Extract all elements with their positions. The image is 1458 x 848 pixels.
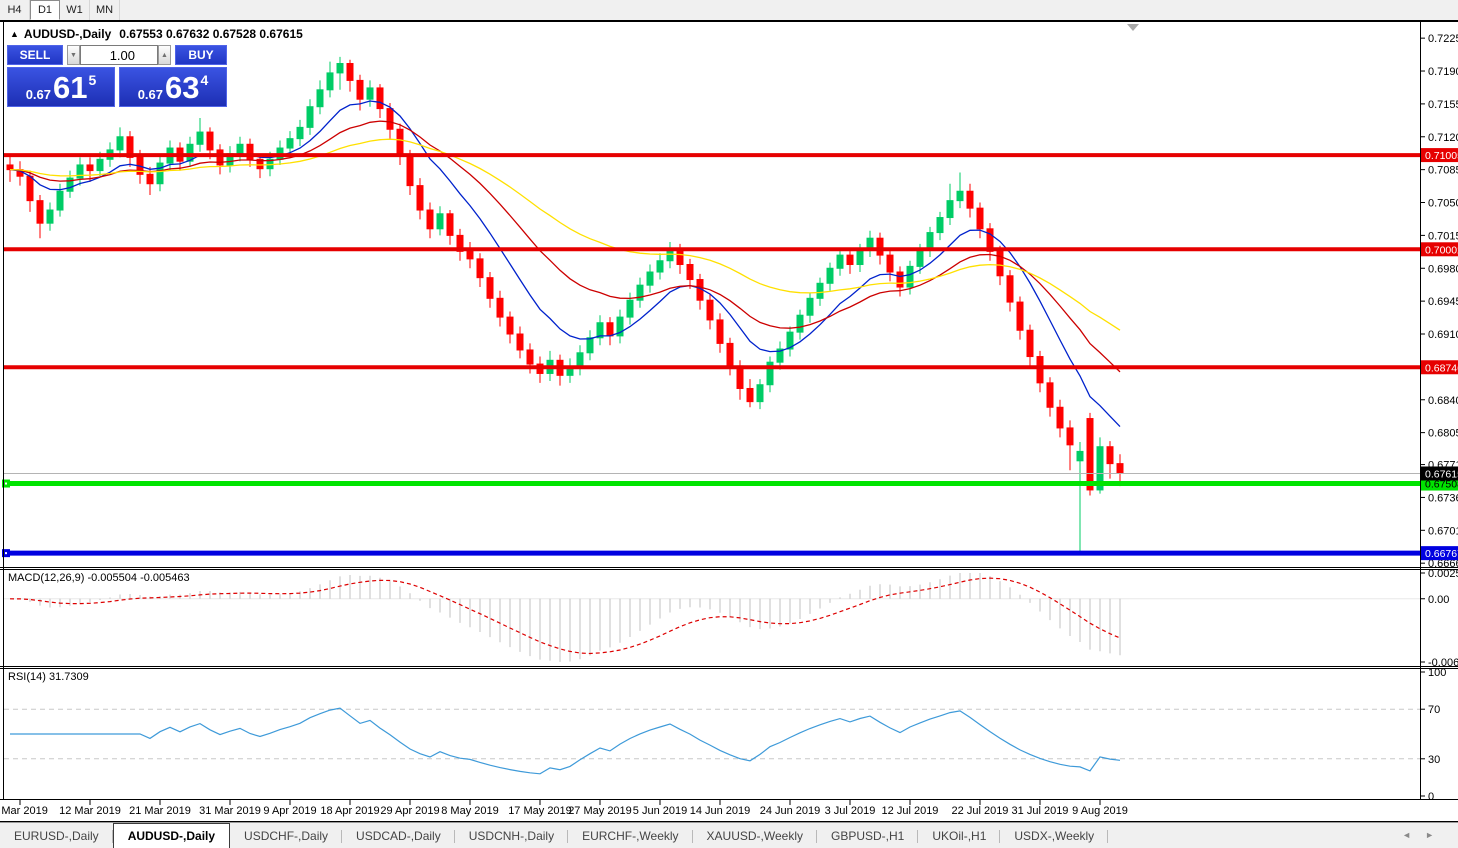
svg-text:0: 0 — [1428, 791, 1434, 803]
macd-label: MACD(12,26,9) -0.005504 -0.005463 — [8, 572, 190, 584]
timeframe-w1-button[interactable]: W1 — [60, 0, 90, 20]
date-axis-label: 27 May 2019 — [568, 805, 632, 817]
date-axis-label: 8 May 2019 — [441, 805, 498, 817]
volume-input[interactable] — [80, 45, 158, 65]
sell-button[interactable]: SELL — [7, 45, 63, 65]
tab-scroll-left-icon[interactable]: ◄ — [1402, 830, 1425, 840]
timeframe-d1-button[interactable]: D1 — [30, 0, 60, 20]
tab-usdx-weekly[interactable]: USDX-,Weekly — [1000, 825, 1108, 848]
date-axis-label: 17 May 2019 — [508, 805, 572, 817]
date-axis-label: 3 Mar 2019 — [0, 805, 48, 817]
svg-text:0.68746: 0.68746 — [1425, 362, 1458, 374]
svg-text:30: 30 — [1428, 754, 1440, 766]
tab-gbpusd-h1[interactable]: GBPUSD-,H1 — [817, 825, 919, 848]
date-axis-label: 21 Mar 2019 — [129, 805, 191, 817]
price-axis-tick: 0.71900 — [1428, 66, 1458, 78]
svg-text:0.66767: 0.66767 — [1425, 548, 1458, 560]
price-axis-tick: 0.69450 — [1428, 296, 1458, 308]
tab-usdchf-daily[interactable]: USDCHF-,Daily — [230, 825, 343, 848]
svg-text:70: 70 — [1428, 704, 1440, 716]
price-axis-tick: 0.70850 — [1428, 165, 1458, 177]
date-axis-label: 9 Aug 2019 — [1072, 805, 1128, 817]
volume-decrease-button[interactable]: ▼ — [67, 45, 80, 65]
buy-price-tile[interactable]: 0.67 63 4 — [119, 67, 227, 107]
price-axis-tick: 0.71550 — [1428, 99, 1458, 111]
price-axis-tick: 0.69100 — [1428, 329, 1458, 341]
tab-audusd-daily[interactable]: AUDUSD-,Daily — [112, 823, 231, 848]
chart-shift-icon[interactable] — [1127, 24, 1139, 31]
price-axis-tick: 0.68400 — [1428, 395, 1458, 407]
price-axis-tick: 0.69800 — [1428, 263, 1458, 275]
date-axis-label: 22 Jul 2019 — [952, 805, 1009, 817]
volume-increase-button[interactable]: ▲ — [158, 45, 171, 65]
sell-price-big: 61 — [53, 70, 88, 105]
date-axis-label: 9 Apr 2019 — [263, 805, 316, 817]
tab-usdcnh-daily[interactable]: USDCNH-,Daily — [455, 825, 569, 848]
tab-usdcad-daily[interactable]: USDCAD-,Daily — [342, 825, 455, 848]
price-chart[interactable]: 0.72250 0.71900 0.71550 0.71200 0.70850 0.705… — [0, 21, 1458, 822]
buy-price-pipette: 4 — [200, 72, 209, 88]
macd-signal-line — [9, 577, 1121, 655]
buy-price-big: 63 — [165, 70, 200, 105]
tab-scroll-right-icon[interactable]: ► — [1425, 830, 1448, 840]
date-axis-label: 31 Jul 2019 — [1012, 805, 1069, 817]
chart-tab-bar: EURUSD-,Daily AUDUSD-,Daily USDCHF-,Dail… — [0, 822, 1458, 848]
timeframe-h4-button[interactable]: H4 — [0, 0, 30, 20]
price-axis-tick: 0.67360 — [1428, 492, 1458, 504]
chart-ohlc-values: 0.67553 0.67632 0.67528 0.67615 — [119, 27, 303, 41]
date-axis-label: 18 Apr 2019 — [320, 805, 379, 817]
price-axis-tick: 0.72250 — [1428, 33, 1458, 45]
sell-price-pipette: 5 — [88, 72, 97, 88]
svg-text:0.70002: 0.70002 — [1425, 244, 1458, 256]
svg-text:0.00: 0.00 — [1428, 594, 1449, 606]
tab-eurusd-daily[interactable]: EURUSD-,Daily — [0, 825, 113, 848]
trading-terminal: H4 D1 W1 MN 0.72250 0.71900 0.71550 0.71200… — [0, 0, 1458, 848]
price-axis-tick: 0.70150 — [1428, 230, 1458, 242]
price-axis-tick: 0.71200 — [1428, 132, 1458, 144]
buy-button[interactable]: BUY — [175, 45, 227, 65]
timeframe-toolbar: H4 D1 W1 MN — [0, 0, 1458, 21]
date-axis-label: 3 Jul 2019 — [825, 805, 876, 817]
price-axis-tick: 0.68050 — [1428, 428, 1458, 440]
chart-title: ▲ AUDUSD-,Daily 0.67553 0.67632 0.67528 0.… — [10, 27, 303, 41]
svg-text:0.67615: 0.67615 — [1425, 468, 1458, 480]
tab-scroll-arrows[interactable]: ◄► — [1402, 830, 1448, 840]
sell-price-tile[interactable]: 0.67 61 5 — [7, 67, 115, 107]
date-axis-label: 5 Jun 2019 — [633, 805, 687, 817]
chart-window: 0.72250 0.71900 0.71550 0.71200 0.70850 0.705… — [0, 21, 1458, 822]
tab-xauusd-weekly[interactable]: XAUUSD-,Weekly — [693, 825, 818, 848]
price-axis-tick: 0.67010 — [1428, 525, 1458, 537]
price-axis-tick: 0.70500 — [1428, 198, 1458, 210]
date-axis-label: 24 Jun 2019 — [760, 805, 821, 817]
date-axis-label: 31 Mar 2019 — [199, 805, 261, 817]
buy-price-prefix: 0.67 — [137, 87, 164, 102]
date-axis-label: 12 Jul 2019 — [882, 805, 939, 817]
rsi-line — [10, 707, 1121, 775]
date-axis-label: 12 Mar 2019 — [59, 805, 121, 817]
symbol-marker-icon: ▲ — [10, 29, 19, 39]
one-click-trade-panel: SELL ▼ ▲ BUY 0.67 61 5 0.67 63 4 — [7, 45, 227, 107]
tab-ukoil-h1[interactable]: UKOil-,H1 — [918, 825, 1001, 848]
tab-eurchf-weekly[interactable]: EURCHF-,Weekly — [568, 825, 693, 848]
date-axis-label: 14 Jun 2019 — [690, 805, 751, 817]
chart-symbol-label: AUDUSD-,Daily — [23, 27, 112, 41]
rsi-label: RSI(14) 31.7309 — [8, 671, 89, 683]
sell-price-prefix: 0.67 — [25, 87, 52, 102]
timeframe-mn-button[interactable]: MN — [90, 0, 120, 20]
svg-text:0.71005: 0.71005 — [1425, 150, 1458, 162]
date-axis-label: 29 Apr 2019 — [380, 805, 439, 817]
